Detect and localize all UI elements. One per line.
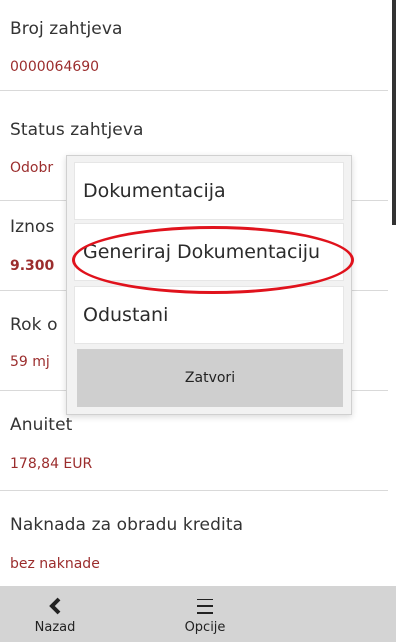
- field-request-number: Broj zahtjeva 0000064690: [0, 0, 388, 91]
- field-value: 0000064690: [10, 59, 100, 75]
- scrollbar[interactable]: [392, 0, 396, 225]
- field-label: Anuitet: [10, 415, 73, 435]
- hamburger-menu-icon: [197, 596, 213, 616]
- chevron-left-icon: [48, 596, 62, 616]
- field-value: 178,84 EUR: [10, 456, 93, 472]
- options-label: Opcije: [184, 620, 226, 635]
- field-label: Naknada za obradu kredita: [10, 515, 244, 535]
- close-button[interactable]: Zatvori: [77, 349, 343, 407]
- bottom-navigation-bar: Nazad Opcije: [0, 586, 396, 642]
- field-processing-fee: Naknada za obradu kredita bez naknade: [0, 490, 388, 586]
- field-label: Iznos: [10, 217, 55, 237]
- menu-item-generate-documentation[interactable]: Generiraj Dokumentaciju: [74, 223, 344, 281]
- field-value: bez naknade: [10, 556, 100, 572]
- field-value: 59 mj: [10, 354, 50, 370]
- field-value: Odobr: [10, 160, 54, 176]
- field-value: 9.300: [10, 258, 55, 274]
- field-label: Broj zahtjeva: [10, 19, 123, 39]
- options-button[interactable]: Opcije: [165, 586, 245, 642]
- menu-item-documentation[interactable]: Dokumentacija: [74, 162, 344, 220]
- options-popup: Dokumentacija Generiraj Dokumentaciju Od…: [66, 155, 352, 415]
- back-label: Nazad: [34, 620, 76, 635]
- menu-item-cancel[interactable]: Odustani: [74, 286, 344, 344]
- field-label: Rok o: [10, 315, 58, 335]
- back-button[interactable]: Nazad: [20, 586, 90, 642]
- field-label: Status zahtjeva: [10, 120, 144, 140]
